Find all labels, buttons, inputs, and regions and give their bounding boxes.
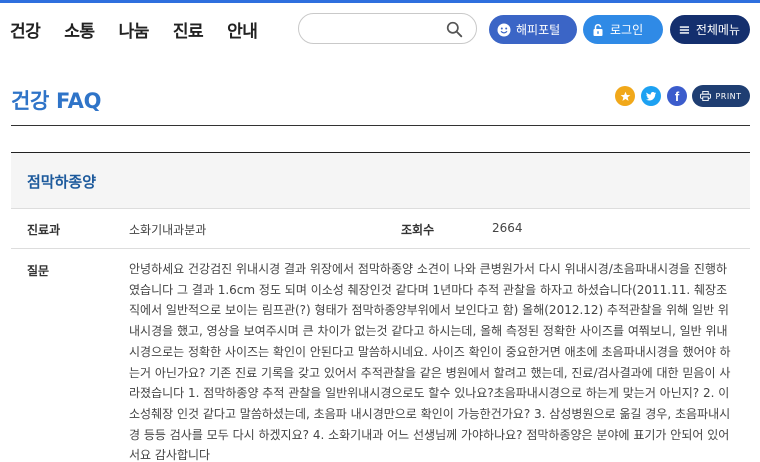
star-icon xyxy=(620,91,630,101)
smiley-icon xyxy=(497,23,511,36)
title-divider xyxy=(11,125,750,126)
views-label: 조회수 xyxy=(401,223,435,237)
login-label: 로그인 xyxy=(610,23,644,37)
nav-item-sharing[interactable]: 나눔 xyxy=(119,17,150,42)
printer-icon xyxy=(700,91,712,101)
twitter-icon xyxy=(645,91,656,100)
search-icon[interactable] xyxy=(446,21,463,38)
print-label: PRINT xyxy=(715,91,742,101)
nav-item-health[interactable]: 건강 xyxy=(10,17,41,42)
question-text: 안녕하세요 건강검진 위내시경 결과 위장에서 점막하종양 소견이 나와 큰병원… xyxy=(129,262,731,462)
all-menu-label: 전체메뉴 xyxy=(695,23,740,37)
dept-label: 진료과 xyxy=(27,223,61,237)
nav-item-guide[interactable]: 안내 xyxy=(227,17,258,42)
print-button[interactable]: PRINT xyxy=(692,85,750,107)
views-value: 2664 xyxy=(492,221,523,235)
faq-meta-row: 진료과 소화기내과분과 조회수 2664 xyxy=(11,209,750,249)
site-header: 건강 소통 나눔 진료 안내 해피포털 로그인 전체메뉴 xyxy=(0,3,760,55)
faq-question-row: 질문 안녕하세요 건강검진 위내시경 결과 위장에서 점막하종양 소견이 나와 … xyxy=(11,249,750,462)
page-title: 건강 FAQ xyxy=(11,89,102,113)
dept-value: 소화기내과분과 xyxy=(129,223,207,237)
question-label: 질문 xyxy=(27,264,50,278)
happy-portal-label: 해피포털 xyxy=(516,23,561,37)
facebook-share-button[interactable]: f xyxy=(667,86,687,106)
login-button[interactable]: 로그인 xyxy=(583,15,663,44)
nav-item-treatment[interactable]: 진료 xyxy=(173,17,204,42)
faq-title: 점막하종양 xyxy=(27,173,97,191)
main-nav: 건강 소통 나눔 진료 안내 xyxy=(10,17,281,42)
lock-icon xyxy=(593,23,603,36)
happy-portal-button[interactable]: 해피포털 xyxy=(489,15,577,44)
twitter-share-button[interactable] xyxy=(641,86,661,106)
hamburger-icon xyxy=(679,25,689,34)
favorite-button[interactable] xyxy=(615,86,635,106)
faq-header: 점막하종양 xyxy=(11,153,750,209)
all-menu-button[interactable]: 전체메뉴 xyxy=(670,15,750,44)
search-input[interactable] xyxy=(311,19,441,39)
search-box xyxy=(298,13,477,44)
facebook-icon: f xyxy=(674,88,680,104)
nav-item-communication[interactable]: 소통 xyxy=(64,17,95,42)
